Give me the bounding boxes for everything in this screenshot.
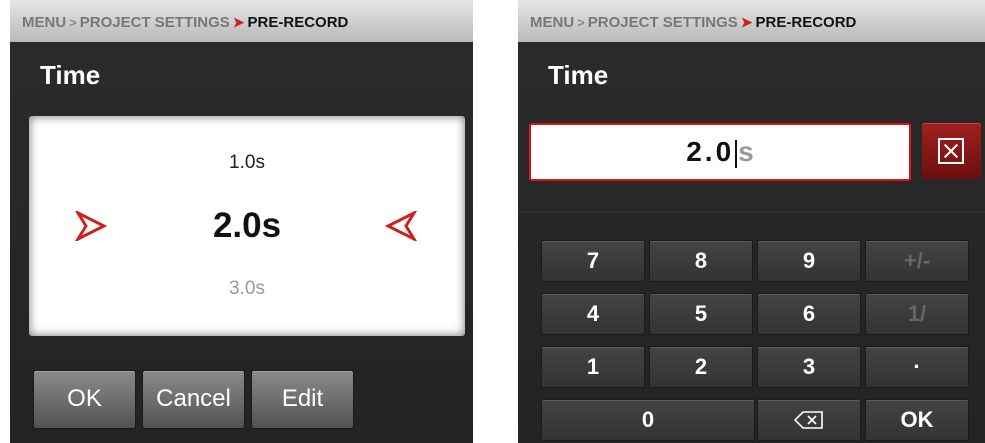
breadcrumb-menu[interactable]: MENU — [22, 14, 66, 31]
picker-option-previous[interactable]: 1.0s — [29, 152, 465, 174]
breadcrumb-active-chevron-icon: ➤ — [232, 14, 245, 30]
breadcrumb: MENU > PROJECT SETTINGS ➤ PRE-RECORD — [518, 0, 985, 42]
breadcrumb-project-settings[interactable]: PROJECT SETTINGS — [588, 14, 738, 31]
breadcrumb-current: PRE-RECORD — [755, 14, 857, 31]
edit-button[interactable]: Edit — [251, 370, 354, 429]
pre-record-picker-panel: MENU > PROJECT SETTINGS ➤ PRE-RECORD Time 1.… — [10, 0, 473, 443]
cancel-button[interactable]: Cancel — [142, 370, 245, 429]
key-9[interactable]: 9 — [757, 240, 861, 282]
key-6[interactable]: 6 — [757, 293, 861, 335]
ok-button[interactable]: OK — [33, 370, 136, 429]
breadcrumb-project-settings[interactable]: PROJECT SETTINGS — [80, 14, 230, 31]
key-5[interactable]: 5 — [649, 293, 753, 335]
key-ok[interactable]: OK — [865, 399, 969, 441]
key-decimal-point[interactable]: · — [865, 346, 969, 388]
key-plus-minus: +/- — [865, 240, 969, 282]
text-cursor — [735, 139, 738, 168]
keypad-divider — [518, 210, 985, 212]
breadcrumb-separator-icon: > — [69, 15, 77, 30]
page-title: Time — [548, 60, 609, 90]
key-7[interactable]: 7 — [541, 240, 645, 282]
breadcrumb: MENU > PROJECT SETTINGS ➤ PRE-RECORD — [10, 0, 473, 42]
key-2[interactable]: 2 — [649, 346, 753, 388]
backspace-icon — [794, 411, 823, 429]
time-entry-field[interactable]: 2.0 s — [529, 123, 911, 181]
key-0[interactable]: 0 — [541, 399, 755, 441]
key-3[interactable]: 3 — [757, 346, 861, 388]
time-picker[interactable]: 1.0s 2.0s 3.0s — [29, 116, 465, 336]
breadcrumb-menu[interactable]: MENU — [530, 14, 574, 31]
breadcrumb-active-chevron-icon: ➤ — [740, 14, 753, 30]
selection-arrow-left-icon — [385, 211, 417, 241]
pre-record-keypad-panel: MENU > PROJECT SETTINGS ➤ PRE-RECORD Time 2.… — [518, 0, 985, 443]
entry-value: 2.0 — [686, 136, 735, 167]
backspace-button[interactable] — [757, 399, 861, 441]
clear-button[interactable] — [922, 123, 981, 179]
key-8[interactable]: 8 — [649, 240, 753, 282]
breadcrumb-current: PRE-RECORD — [247, 14, 349, 31]
close-box-icon — [938, 138, 964, 164]
page-title: Time — [40, 60, 101, 90]
breadcrumb-separator-icon: > — [577, 15, 585, 30]
key-reciprocal: 1/ — [865, 293, 969, 335]
key-1[interactable]: 1 — [541, 346, 645, 388]
entry-unit: s — [738, 136, 754, 167]
key-4[interactable]: 4 — [541, 293, 645, 335]
selection-arrow-right-icon — [75, 211, 107, 241]
picker-option-next[interactable]: 3.0s — [29, 278, 465, 300]
